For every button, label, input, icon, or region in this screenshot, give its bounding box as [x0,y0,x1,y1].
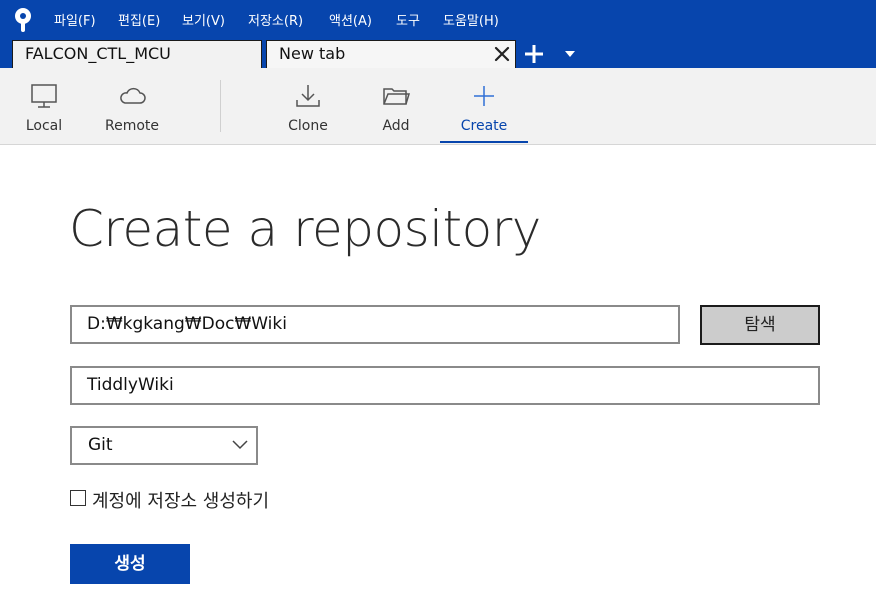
toolbar-add-button[interactable]: Add [352,68,440,144]
menu-repository[interactable]: 저장소(R) [248,10,303,29]
tab-falcon-ctl-mcu[interactable]: FALCON_CTL_MCU [12,40,262,68]
toolbar-clone-button[interactable]: Clone [264,68,352,144]
folder-icon [383,88,411,105]
create-account-repo-checkbox[interactable] [70,490,86,506]
download-icon [296,85,320,107]
browse-button[interactable]: 탐색 [700,305,820,345]
menu-help[interactable]: 도움말(H) [443,10,499,29]
menu-file[interactable]: 파일(F) [54,10,96,29]
chevron-down-icon[interactable] [563,48,577,60]
monitor-icon [31,84,57,108]
chevron-down-icon [232,440,248,450]
close-icon[interactable] [492,44,512,64]
repository-name-input[interactable]: TiddlyWiki [70,366,820,405]
active-tab-indicator [440,141,528,143]
menu-actions[interactable]: 액션(A) [329,10,372,29]
add-tab-icon[interactable] [523,43,545,65]
toolbar-separator [220,80,221,132]
toolbar-local-label: Local [25,118,63,134]
plus-icon [474,86,494,106]
tab-new-tab[interactable]: New tab [266,40,516,68]
toolbar-add-label: Add [382,118,410,134]
toolbar-create-button[interactable]: Create [440,68,528,144]
cloud-icon [120,87,146,104]
sourcetree-logo-icon [15,8,31,32]
toolbar-remote-label: Remote [104,118,160,134]
menu-view[interactable]: 보기(V) [182,10,225,29]
create-account-repo-label: 계정에 저장소 생성하기 [92,491,270,512]
create-button[interactable]: 생성 [70,544,190,584]
page-title: Create a repository [69,200,541,258]
toolbar-local-button[interactable]: Local [0,68,88,144]
toolbar-remote-button[interactable]: Remote [88,68,176,144]
destination-path-input[interactable]: D:₩kgkang₩Doc₩Wiki [70,305,680,344]
toolbar-clone-label: Clone [288,118,328,134]
toolbar-create-label: Create [460,118,508,134]
menu-edit[interactable]: 편집(E) [118,10,160,29]
menu-tools[interactable]: 도구 [396,10,420,29]
repository-type-select[interactable]: Git [70,426,258,465]
